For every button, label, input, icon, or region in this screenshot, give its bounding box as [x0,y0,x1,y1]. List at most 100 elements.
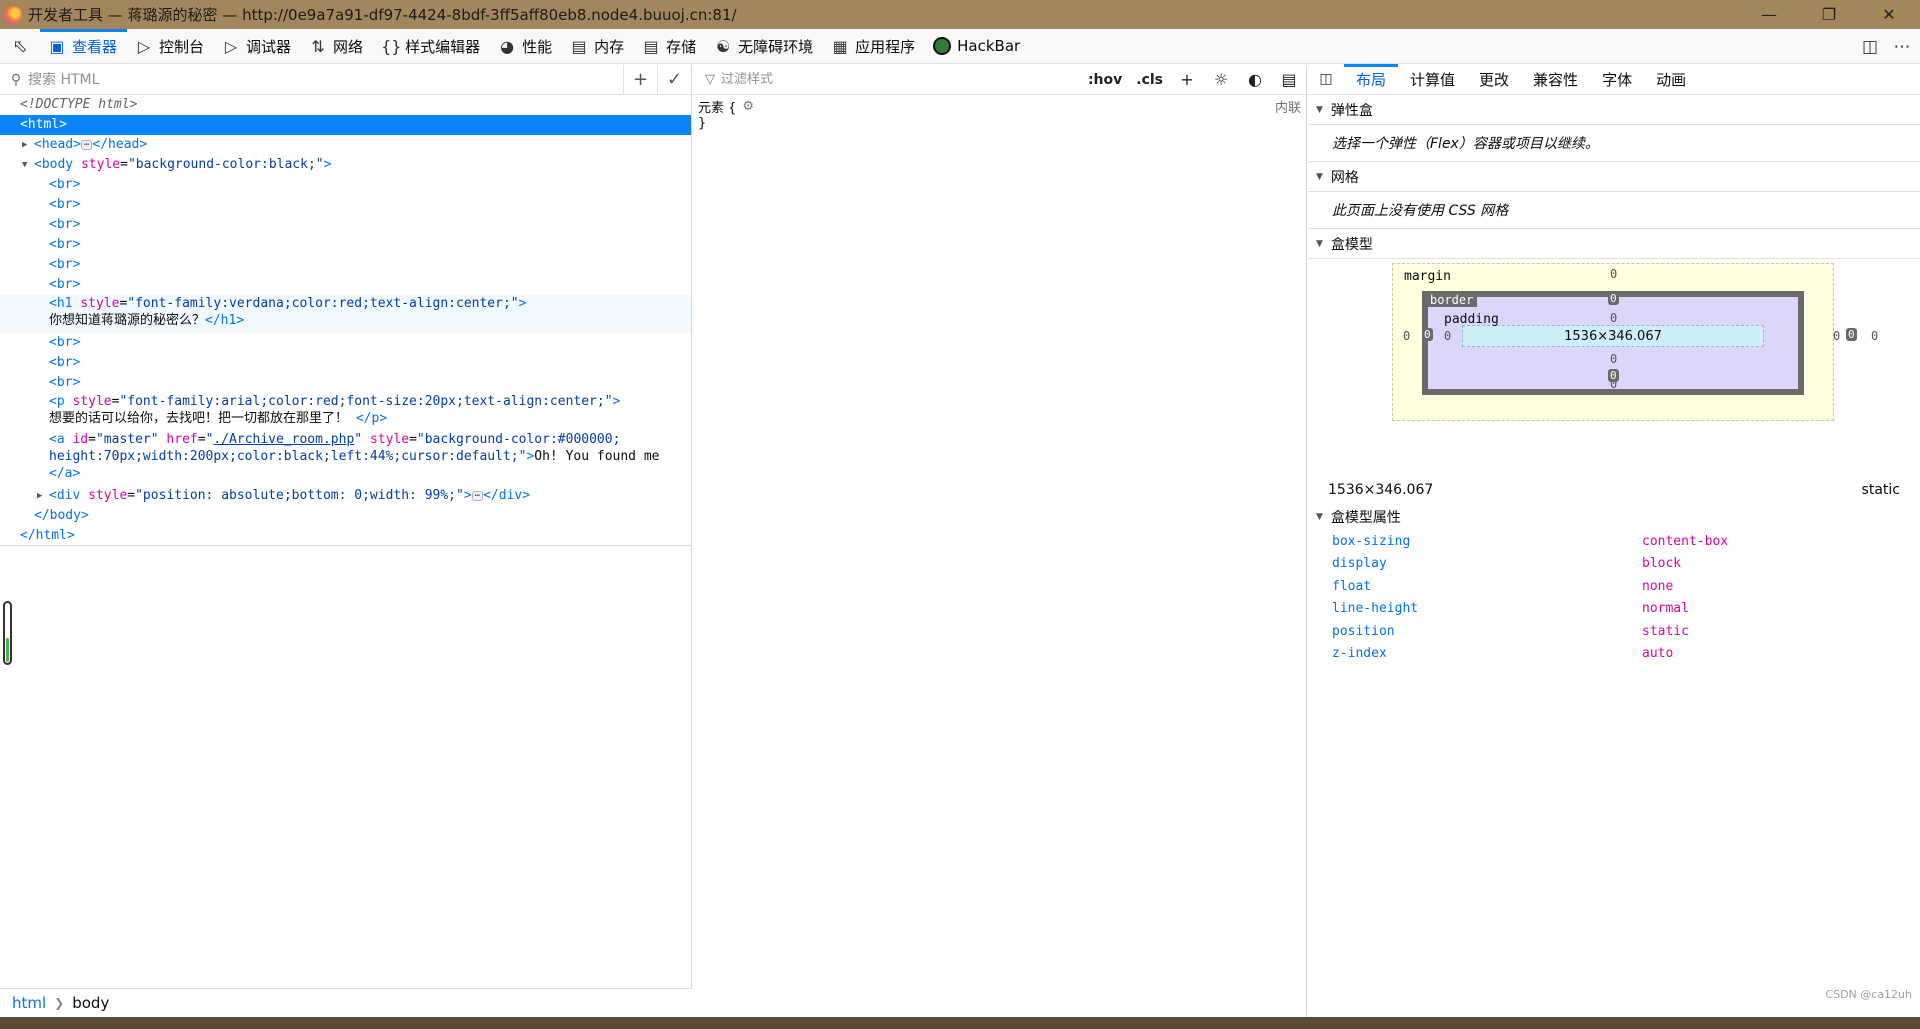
html-close-node[interactable]: </html> [0,526,691,546]
more-options-icon[interactable]: ⋯ [1886,29,1918,64]
tab-inspector[interactable]: ▣ 查看器 [40,28,128,64]
devtools-toolbar: ⬁ ▣ 查看器 ▷ 控制台 ▷ 调试器 ⇅ 网络 {} 样式编辑器 ◕ 性能 ▤ 内存 ▤ 存储… [0,28,1920,64]
filter-icon: ▽ [705,72,715,87]
br-node[interactable]: <br> [0,275,691,295]
restore-button[interactable]: ❐ [1801,0,1857,29]
tab-debugger[interactable]: ▷ 调试器 [214,29,301,64]
element-picker-button[interactable]: ⬁ [0,29,40,64]
div-node[interactable]: ▶ <div style="position: absolute;bottom: … [0,486,691,506]
gear-icon[interactable]: ⚙ [742,99,754,114]
minimize-button[interactable]: — [1741,0,1797,29]
flexbox-section-header[interactable]: ▼ 弹性盒 [1308,95,1920,125]
br-node[interactable]: <br> [0,255,691,275]
attr-name: style [72,394,112,409]
breadcrumb-item-html[interactable]: html [12,994,46,1012]
add-rule-icon[interactable]: + [1170,65,1204,95]
box-model-content[interactable]: 1536×346.067 [1462,325,1764,347]
p-close-tag: </p> [355,411,388,426]
element-dimensions: 1536×346.067 [1328,482,1434,498]
tab-console[interactable]: ▷ 控制台 [127,29,214,64]
collapsed-ellipsis-icon[interactable]: ⋯ [471,490,484,501]
collapse-arrow-icon[interactable]: ▼ [22,155,27,175]
body-node[interactable]: ▼ <body style="background-color:black;"> [0,155,691,175]
tab-memory[interactable]: ▤ 内存 [562,29,634,64]
tab-label: 无障碍环境 [738,37,814,56]
tab-application[interactable]: ▦ 应用程序 [823,29,925,64]
br-node[interactable]: <br> [0,373,691,393]
br-node[interactable]: <br> [0,175,691,195]
br-node[interactable]: <br> [0,215,691,235]
tab-network[interactable]: ⇅ 网络 [301,29,373,64]
padding-left-value[interactable]: 0 [1444,329,1451,343]
br-node[interactable]: <br> [0,195,691,215]
border-top-value[interactable]: 0 [1608,292,1619,305]
collapsed-ellipsis-icon[interactable]: ⋯ [80,139,93,150]
close-button[interactable]: ✕ [1861,0,1917,29]
margin-right-value[interactable]: 0 [1871,329,1878,343]
hov-toggle-button[interactable]: :hov [1081,65,1129,95]
attr-name: id [72,432,89,447]
light-theme-icon[interactable]: ☼ [1204,65,1238,95]
padding-right-value[interactable]: 0 [1833,329,1840,343]
dark-theme-icon[interactable]: ◐ [1238,65,1272,95]
attr-value: "background-color:black;" [127,157,324,172]
breadcrumb-item-body[interactable]: body [72,994,109,1012]
br-node[interactable]: <br> [0,353,691,373]
add-node-button[interactable]: + [623,64,657,95]
grid-section-header[interactable]: ▼ 网格 [1308,162,1920,192]
br-node[interactable]: <br> [0,333,691,353]
margin-left-value[interactable]: 0 [1403,329,1410,343]
property-row: display block [1332,553,1920,576]
tab-style-editor[interactable]: {} 样式编辑器 [373,29,490,64]
margin-top-value[interactable]: 0 [1610,267,1617,281]
a-node[interactable]: <a id="master" href="./Archive_room.php"… [0,431,691,486]
html-node[interactable]: <html> [0,115,691,135]
rules-panel: ▽ :hov .cls + ☼ ◐ ▤ 元素 { ⚙ } 内联 [693,65,1307,1017]
eyedropper-icon[interactable]: ✓ [657,64,691,95]
tab-compatibility[interactable]: 兼容性 [1521,64,1590,94]
href-link[interactable]: ./Archive_room.php [213,432,354,447]
tab-animations[interactable]: 动画 [1644,64,1698,94]
element-selector: 元素 { [698,101,737,116]
h1-node[interactable]: <h1 style="font-family:verdana;color:red… [0,295,691,333]
expand-arrow-icon[interactable]: ▶ [37,486,42,506]
dock-side-icon[interactable]: ◫ [1854,29,1886,64]
border-right-value[interactable]: 0 [1846,328,1857,341]
border-left-value[interactable]: 0 [1422,328,1433,341]
padding-top-value[interactable]: 0 [1610,311,1617,325]
property-name: z-index [1332,646,1387,662]
tab-computed[interactable]: 计算值 [1398,64,1467,94]
attr-value: "font-family:arial;color:red;font-size:2… [119,394,613,409]
attr-name: style [369,432,410,447]
tab-fonts[interactable]: 字体 [1590,64,1644,94]
div-open-tag: <div [49,488,81,503]
border-bottom-value[interactable]: 0 [1608,369,1619,382]
tab-performance[interactable]: ◕ 性能 [490,29,562,64]
print-media-icon[interactable]: ▤ [1272,65,1306,95]
tab-storage[interactable]: ▤ 存储 [634,29,706,64]
html-search-input[interactable] [28,71,623,88]
flexbox-message: 选择一个弹性（Flex）容器或项目以继续。 [1308,125,1920,162]
tab-changes[interactable]: 更改 [1467,64,1521,94]
element-position: static [1861,482,1900,498]
br-node[interactable]: <br> [0,235,691,255]
tab-layout[interactable]: 布局 [1344,64,1399,94]
box-properties-header[interactable]: ▼ 盒模型属性 [1308,505,1920,529]
padding-bottom-value[interactable]: 0 [1610,352,1617,366]
property-value: none [1642,578,1674,594]
tab-hackbar[interactable]: HackBar [925,29,1030,64]
tab-label: 存储 [666,37,697,56]
head-node[interactable]: ▶ <head> ⋯ </head> [0,135,691,155]
toggle-sidebar-icon[interactable]: ◫ [1308,64,1344,94]
expand-arrow-icon[interactable]: ▶ [22,135,27,155]
performance-icon: ◕ [500,36,515,56]
p-node[interactable]: <p style="font-family:arial;color:red;fo… [0,393,691,431]
property-value: static [1642,623,1689,639]
body-close-node[interactable]: </body> [0,506,691,526]
tab-accessibility[interactable]: ☯ 无障碍环境 [706,29,823,64]
filter-styles-input[interactable] [721,72,1081,87]
cls-toggle-button[interactable]: .cls [1129,65,1170,95]
chevron-right-icon: ❯ [54,996,65,1010]
sidebar-tabs: ◫ 布局 计算值 更改 兼容性 字体 动画 [1308,64,1920,95]
doctype-node[interactable]: <!DOCTYPE html> [0,95,691,115]
